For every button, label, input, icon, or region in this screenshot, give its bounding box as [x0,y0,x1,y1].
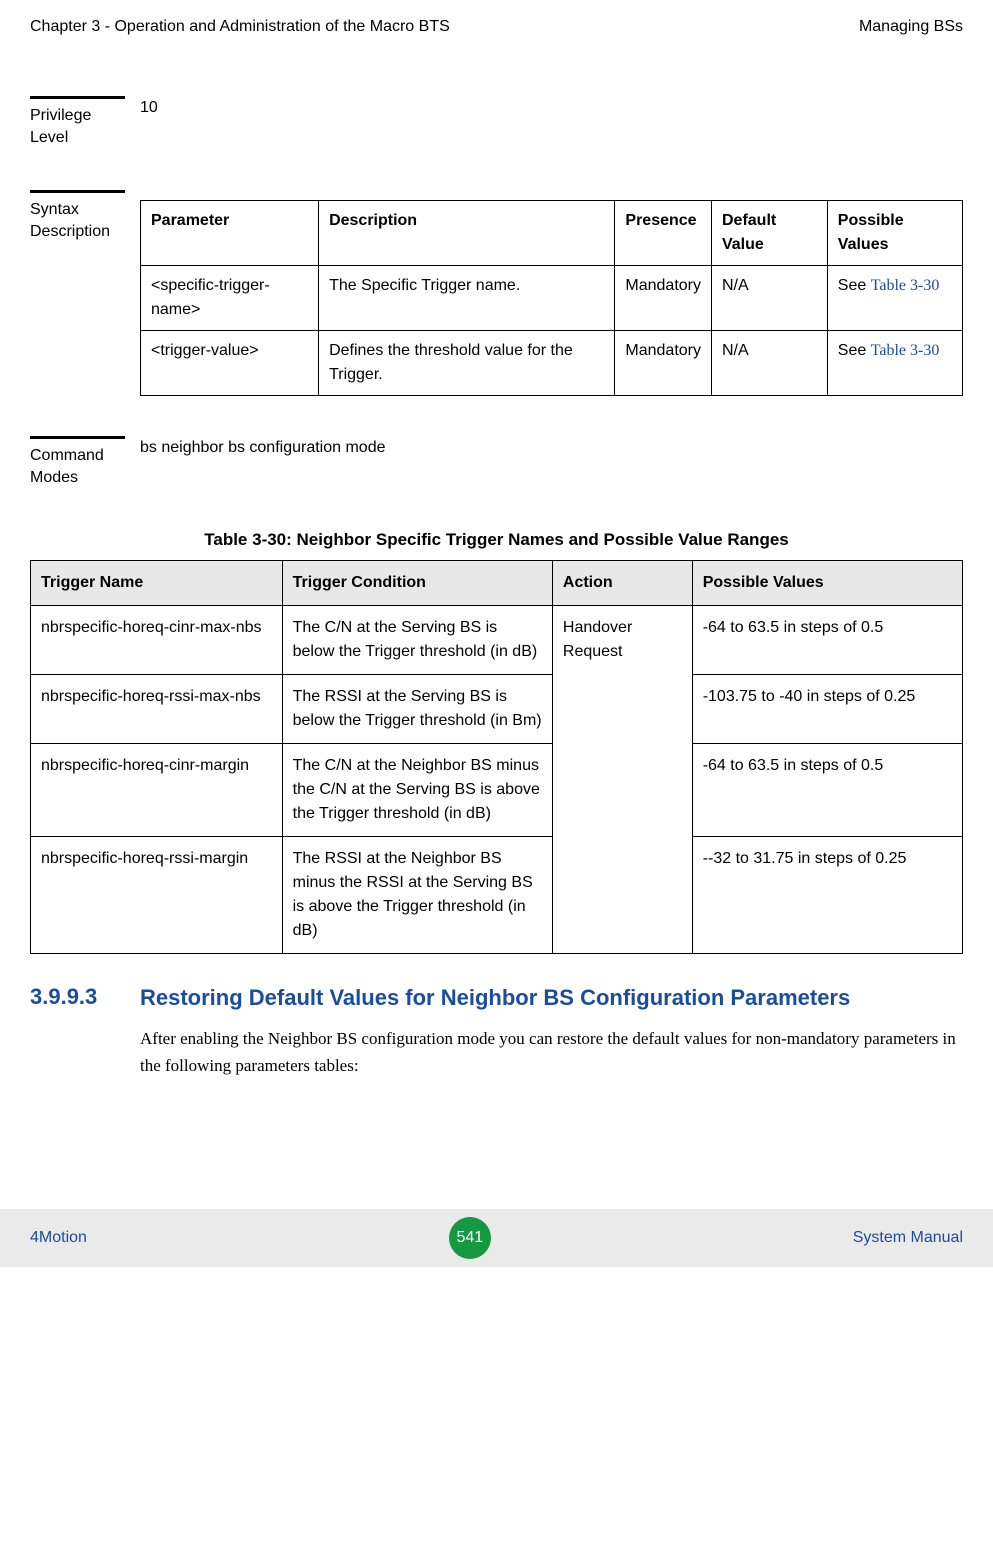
syntax-label: Syntax Description [30,190,140,244]
trigger-row: nbrspecific-horeq-rssi-max-nbs The RSSI … [31,674,963,743]
syntax-cell: Mandatory [615,265,712,330]
trigger-action-cell: Handover Request [552,605,692,953]
trigger-cell: The C/N at the Neighbor BS minus the C/N… [282,743,552,836]
body-paragraph: After enabling the Neighbor BS configura… [140,1026,963,1079]
syntax-cell: See Table 3-30 [827,265,962,330]
trigger-cell: --32 to 31.75 in steps of 0.25 [692,836,962,953]
syntax-row: <trigger-value> Defines the threshold va… [141,330,963,395]
trigger-table-caption: Table 3-30: Neighbor Specific Trigger Na… [30,530,963,550]
syntax-cell: See Table 3-30 [827,330,962,395]
trigger-th-condition: Trigger Condition [282,560,552,605]
footer-left: 4Motion [30,1229,87,1247]
section-title: Restoring Default Values for Neighbor BS… [140,984,850,1013]
trigger-cell: -64 to 63.5 in steps of 0.5 [692,605,962,674]
header-left: Chapter 3 - Operation and Administration… [30,18,450,36]
syntax-table: Parameter Description Presence Default V… [140,200,963,396]
syntax-th-presence: Presence [615,200,712,265]
trigger-table: Trigger Name Trigger Condition Action Po… [30,560,963,954]
syntax-cell: <trigger-value> [141,330,319,395]
trigger-row: nbrspecific-horeq-cinr-max-nbs The C/N a… [31,605,963,674]
syntax-cell: <specific-trigger-name> [141,265,319,330]
privilege-label-line2: Level [30,129,68,146]
syntax-cell: N/A [711,330,827,395]
trigger-row: nbrspecific-horeq-cinr-margin The C/N at… [31,743,963,836]
syntax-cell: N/A [711,265,827,330]
trigger-th-possible: Possible Values [692,560,962,605]
trigger-th-name: Trigger Name [31,560,283,605]
privilege-label: Privilege Level [30,96,140,150]
header-right: Managing BSs [859,18,963,36]
command-modes-label-line1: Command [30,447,104,464]
page-number-badge: 541 [449,1217,491,1259]
syntax-row: <specific-trigger-name> The Specific Tri… [141,265,963,330]
syntax-th-description: Description [319,200,615,265]
syntax-th-default: Default Value [711,200,827,265]
command-modes-label-line2: Modes [30,469,78,486]
trigger-cell: nbrspecific-horeq-rssi-margin [31,836,283,953]
trigger-cell: The C/N at the Serving BS is below the T… [282,605,552,674]
syntax-see-prefix: See [838,277,871,294]
syntax-cell: Mandatory [615,330,712,395]
syntax-label-line1: Syntax [30,201,79,218]
trigger-row: nbrspecific-horeq-rssi-margin The RSSI a… [31,836,963,953]
table-link[interactable]: Table 3-30 [871,277,940,294]
page-header: Chapter 3 - Operation and Administration… [30,18,963,36]
syntax-see-prefix: See [838,342,871,359]
syntax-th-parameter: Parameter [141,200,319,265]
command-modes-label: Command Modes [30,436,140,490]
trigger-cell: -64 to 63.5 in steps of 0.5 [692,743,962,836]
trigger-cell: The RSSI at the Neighbor BS minus the RS… [282,836,552,953]
page-footer: 4Motion 541 System Manual [0,1209,993,1267]
syntax-th-possible: Possible Values [827,200,962,265]
footer-right: System Manual [853,1229,963,1247]
trigger-cell: nbrspecific-horeq-cinr-max-nbs [31,605,283,674]
privilege-label-line1: Privilege [30,107,91,124]
trigger-cell: The RSSI at the Serving BS is below the … [282,674,552,743]
section-heading: 3.9.9.3 Restoring Default Values for Nei… [30,984,963,1013]
syntax-cell: Defines the threshold value for the Trig… [319,330,615,395]
trigger-cell: nbrspecific-horeq-rssi-max-nbs [31,674,283,743]
section-number: 3.9.9.3 [30,984,140,1010]
trigger-cell: nbrspecific-horeq-cinr-margin [31,743,283,836]
trigger-cell: -103.75 to -40 in steps of 0.25 [692,674,962,743]
table-link[interactable]: Table 3-30 [871,342,940,359]
trigger-th-action: Action [552,560,692,605]
syntax-label-line2: Description [30,223,110,240]
command-modes-value: bs neighbor bs configuration mode [140,436,963,460]
syntax-cell: The Specific Trigger name. [319,265,615,330]
privilege-value: 10 [140,96,963,120]
